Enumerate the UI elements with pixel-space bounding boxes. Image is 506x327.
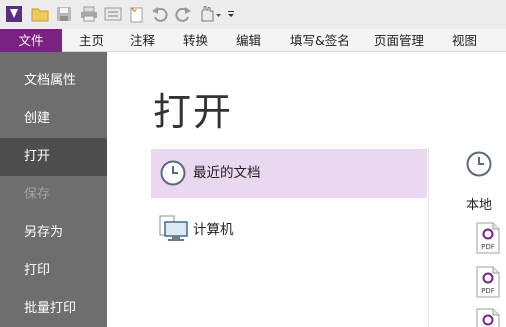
location-recent-documents[interactable]: 最近的文档 <box>151 149 427 198</box>
pdf-label: PDF <box>481 287 495 295</box>
tab-edit[interactable]: 编辑 <box>236 29 261 52</box>
nav-item-save-as[interactable]: 另存为 <box>0 214 107 252</box>
scan-icon[interactable] <box>103 4 123 24</box>
recent-file-item[interactable] <box>475 308 501 327</box>
nav-item-document-properties[interactable]: 文档属性 <box>0 62 107 100</box>
app-logo-icon[interactable] <box>4 4 24 24</box>
nav-item-save: 保存 <box>24 187 51 202</box>
tab-fill-sign[interactable]: 填写&签名 <box>290 29 350 52</box>
nav-item-print[interactable]: 打印 <box>0 252 107 290</box>
tab-file[interactable]: 文件 <box>0 29 62 52</box>
redo-icon[interactable] <box>173 4 193 24</box>
tab-home[interactable]: 主页 <box>79 29 104 52</box>
tab-comment[interactable]: 注释 <box>130 29 155 52</box>
nav-item-open[interactable]: 打开 <box>0 138 107 176</box>
open-folder-icon[interactable] <box>30 4 50 24</box>
new-document-icon[interactable] <box>126 4 146 24</box>
customize-toolbar-chevron-down-icon[interactable] <box>226 4 236 24</box>
quick-access-toolbar <box>0 0 506 29</box>
location-label: 计算机 <box>193 222 234 238</box>
nav-item-create[interactable]: 创建 <box>0 100 107 138</box>
recent-documents-clock-icon <box>465 150 493 178</box>
location-computer[interactable]: 计算机 <box>151 206 427 255</box>
save-icon[interactable] <box>54 4 74 24</box>
ribbon-tab-bar: 文件 主页 注释 转换 编辑 填写&签名 页面管理 视图 <box>0 29 506 52</box>
pdf-file-icon: PDF <box>476 222 500 254</box>
computer-icon <box>158 214 192 246</box>
panel-divider <box>428 149 429 327</box>
undo-icon[interactable] <box>150 4 170 24</box>
pdf-label: PDF <box>481 243 495 251</box>
backstage-nav: 文档属性 创建 打开 保存 另存为 打印 批量打印 <box>0 52 107 327</box>
tab-view[interactable]: 视图 <box>452 29 477 52</box>
recent-file-item[interactable]: PDF <box>475 266 501 298</box>
tab-convert[interactable]: 转换 <box>183 29 208 52</box>
tab-page-management[interactable]: 页面管理 <box>374 29 424 52</box>
pdf-file-icon <box>476 308 500 327</box>
clock-icon <box>158 157 192 189</box>
pdf-file-icon: PDF <box>476 266 500 298</box>
nav-item-batch-print[interactable]: 批量打印 <box>0 290 107 327</box>
location-label: 最近的文档 <box>193 165 261 181</box>
recent-file-item[interactable]: PDF <box>475 222 501 254</box>
hand-tool-icon[interactable] <box>198 4 224 24</box>
recent-group-label: 本地 <box>466 198 493 213</box>
page-title: 打开 <box>153 90 234 134</box>
print-icon[interactable] <box>79 4 99 24</box>
